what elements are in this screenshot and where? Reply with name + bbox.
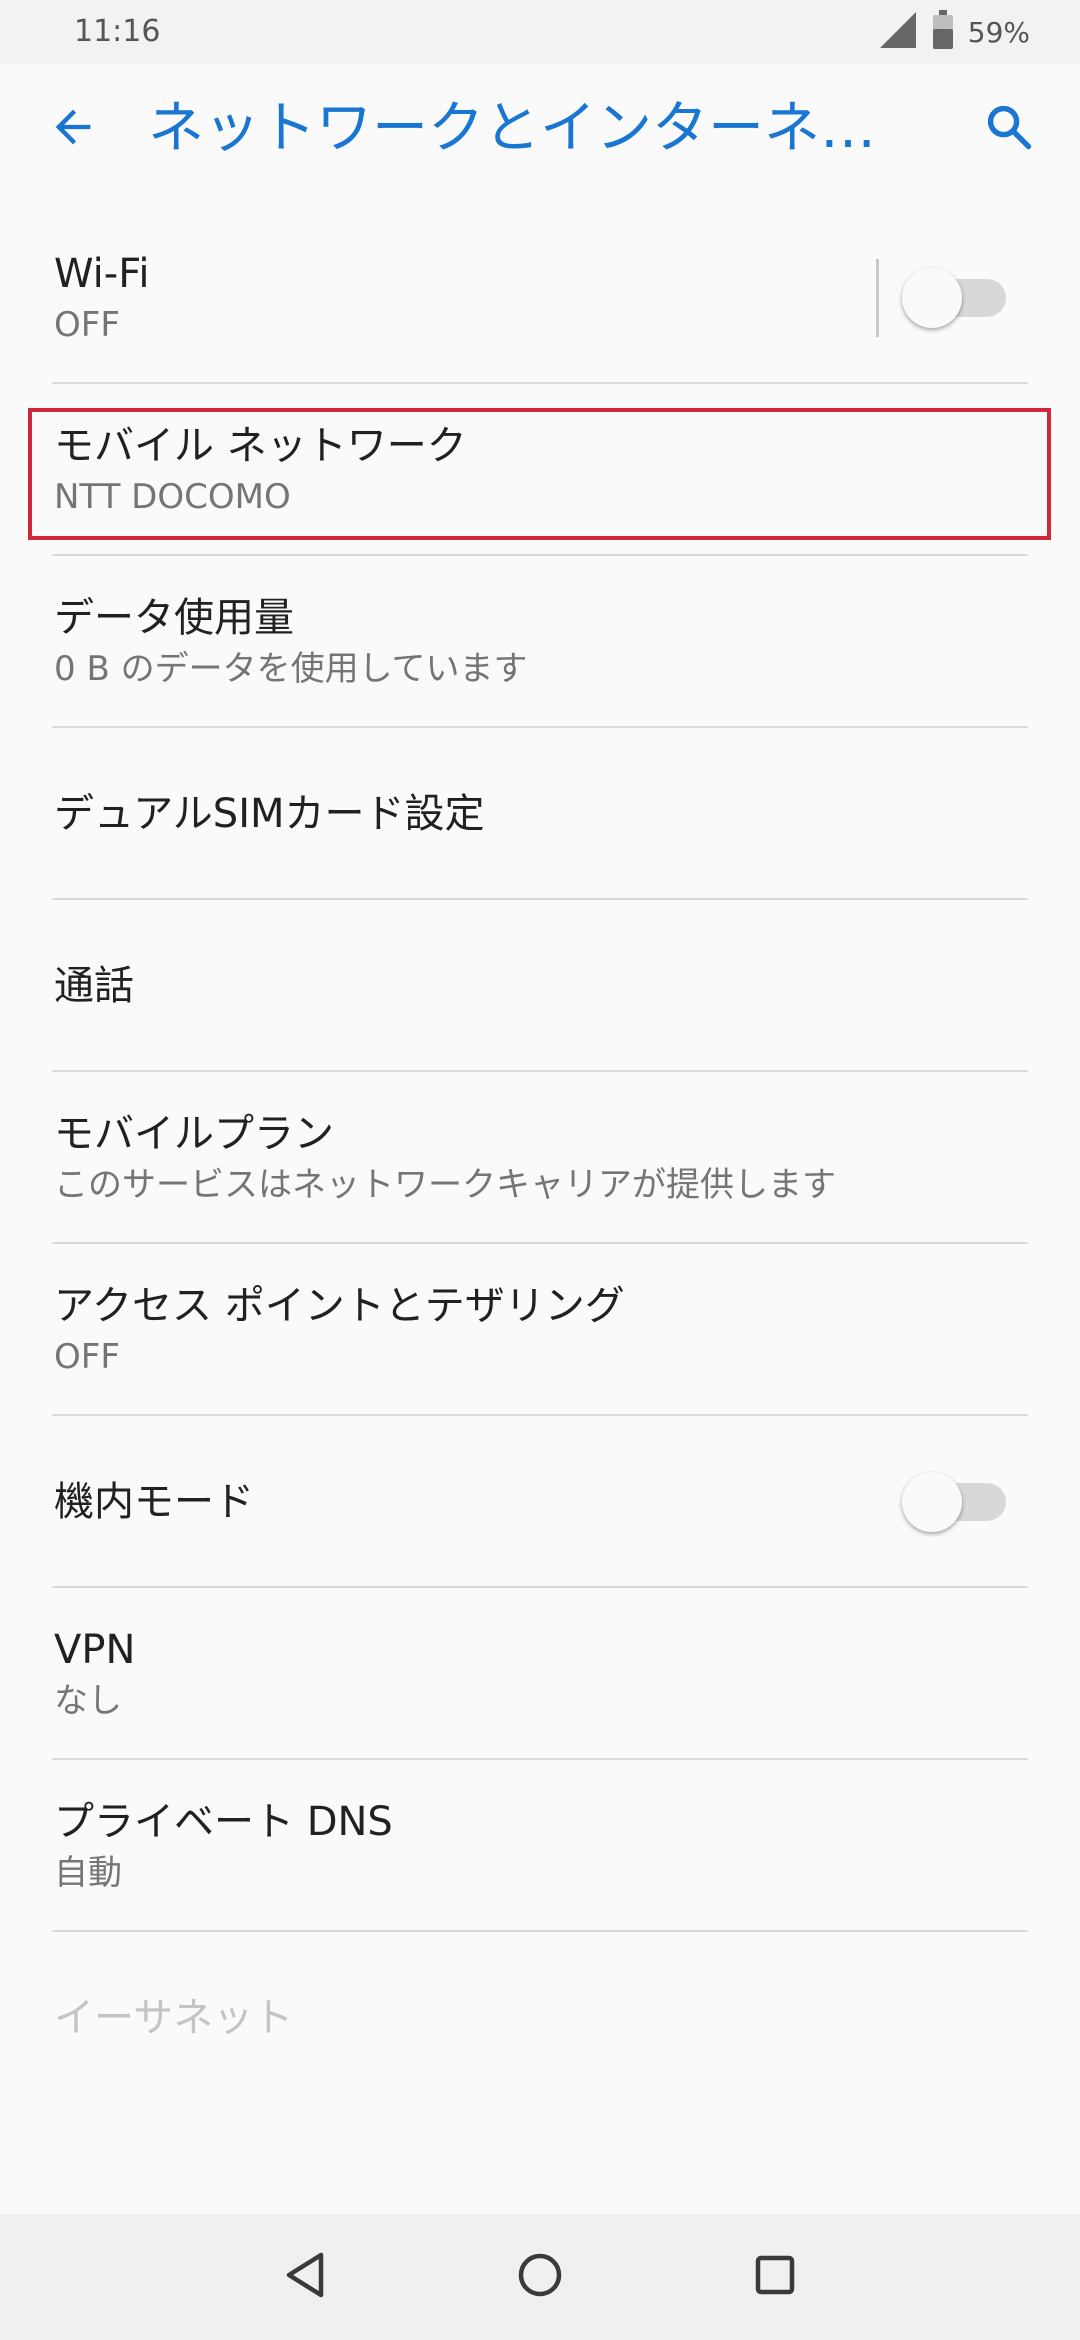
search-button[interactable]: [972, 92, 1046, 166]
item-summary: 自動: [54, 1853, 122, 1893]
list-item-mobile-plan[interactable]: モバイルプラン このサービスはネットワークキャリアが提供します: [0, 1072, 1080, 1244]
item-title: 機内モード: [54, 1479, 254, 1525]
list-item-wifi[interactable]: Wi-Fi OFF: [0, 212, 1080, 384]
item-summary: NTT DOCOMO: [54, 477, 291, 517]
list-item-calls[interactable]: 通話: [0, 900, 1080, 1072]
recents-square-icon: [749, 2249, 801, 2305]
nav-back-button[interactable]: [262, 2232, 352, 2322]
item-title: デュアルSIMカード設定: [54, 791, 485, 837]
list-item-private-dns[interactable]: プライベート DNS 自動: [0, 1760, 1080, 1932]
list-item-dual-sim[interactable]: デュアルSIMカード設定: [0, 728, 1080, 900]
airplane-mode-switch[interactable]: [902, 1470, 1006, 1534]
list-item-airplane-mode[interactable]: 機内モード: [0, 1416, 1080, 1588]
back-triangle-icon: [281, 2249, 333, 2305]
divider-vertical: [876, 259, 879, 337]
list-item-vpn[interactable]: VPN なし: [0, 1588, 1080, 1760]
item-title: VPN: [54, 1627, 136, 1673]
list-item-ethernet: イーサネット: [0, 1932, 1080, 2104]
item-title: モバイル ネットワーク: [54, 423, 467, 469]
app-bar: ネットワークとインターネ…: [0, 64, 1080, 194]
search-icon: [983, 101, 1035, 157]
navigation-bar: [0, 2214, 1080, 2340]
item-summary: OFF: [54, 305, 120, 345]
item-title: データ使用量: [54, 595, 294, 641]
item-summary: 0 B のデータを使用しています: [54, 649, 528, 689]
item-title: Wi-Fi: [54, 251, 150, 297]
item-summary: OFF: [54, 1337, 120, 1377]
battery-percent: 59%: [967, 15, 1030, 49]
page-title: ネットワークとインターネ…: [148, 96, 876, 161]
status-time: 11:16: [74, 14, 161, 49]
item-title: イーサネット: [54, 1995, 294, 2041]
nav-recents-button[interactable]: [730, 2232, 820, 2322]
item-title: アクセス ポイントとテザリング: [54, 1283, 625, 1329]
wifi-switch[interactable]: [902, 266, 1006, 330]
home-circle-icon: [514, 2249, 566, 2305]
list-item-data-usage[interactable]: データ使用量 0 B のデータを使用しています: [0, 556, 1080, 728]
status-bar: 11:16 59%: [0, 0, 1080, 64]
item-title: モバイルプラン: [54, 1111, 334, 1157]
settings-list: Wi-Fi OFF モバイル ネットワーク NTT DOCOMO データ使用量 …: [0, 212, 1080, 2104]
item-summary: このサービスはネットワークキャリアが提供します: [54, 1165, 836, 1205]
nav-home-button[interactable]: [495, 2232, 585, 2322]
signal-icon: [878, 10, 918, 54]
battery-icon: [932, 10, 954, 54]
list-item-hotspot-tethering[interactable]: アクセス ポイントとテザリング OFF: [0, 1244, 1080, 1416]
item-title: 通話: [54, 963, 134, 1009]
item-summary: なし: [54, 1681, 122, 1721]
back-button[interactable]: [36, 92, 110, 166]
status-icons: 59%: [878, 10, 1030, 54]
item-title: プライベート DNS: [54, 1799, 393, 1845]
arrow-back-icon: [47, 101, 99, 157]
list-item-mobile-network[interactable]: モバイル ネットワーク NTT DOCOMO: [0, 384, 1080, 556]
